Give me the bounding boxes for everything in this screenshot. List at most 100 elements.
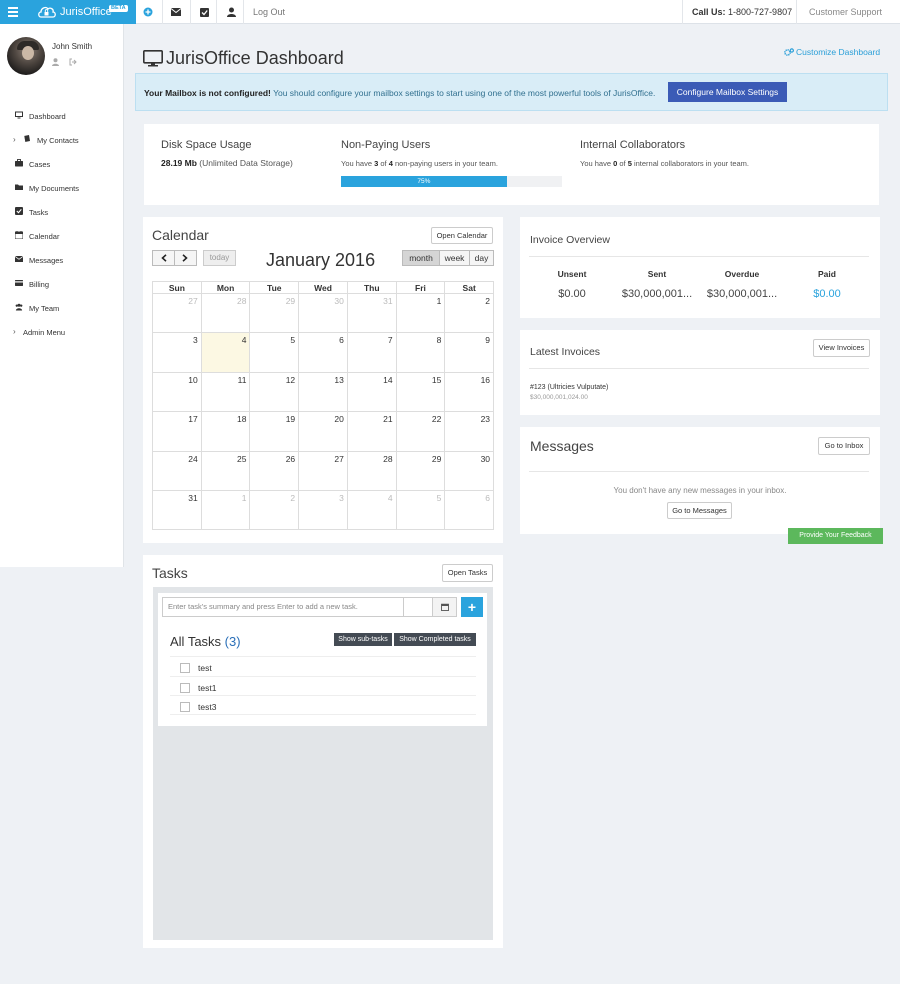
sidebar-item-calendar[interactable]: Calendar (0, 224, 123, 248)
sidebar-item-billing[interactable]: Billing (0, 272, 123, 296)
calendar-day[interactable]: 19 (249, 412, 298, 451)
sidebar-item-messages[interactable]: Messages (0, 248, 123, 272)
invoice-header-unsent: Unsent (557, 269, 587, 279)
day-view-button[interactable]: day (469, 251, 493, 265)
week-view-button[interactable]: week (439, 251, 469, 265)
calendar-day[interactable]: 9 (444, 333, 493, 372)
calendar-day[interactable]: 3 (298, 490, 347, 530)
invoice-item-title[interactable]: #123 (Ultricies Vulputate) (530, 384, 608, 391)
show-completed-tasks-button[interactable]: Show Completed tasks (394, 633, 476, 646)
calendar-day[interactable]: 24 (153, 452, 201, 490)
calendar-day[interactable]: 7 (346, 333, 396, 372)
non-paying-users-text: You have 3 of 4 non-paying users in your… (341, 159, 498, 168)
users-icon (15, 303, 23, 311)
calendar-day[interactable]: 15 (395, 372, 445, 412)
next-month-button[interactable] (174, 251, 195, 265)
calendar-day[interactable]: 14 (346, 372, 396, 412)
calendar-day[interactable]: 18 (200, 412, 250, 451)
view-invoices-button[interactable]: View Invoices (813, 339, 870, 357)
customer-support-link[interactable]: Customer Support (809, 7, 882, 17)
month-view-button[interactable]: month (403, 251, 439, 265)
task-label: test1 (198, 683, 217, 693)
sign-out-icon[interactable] (69, 58, 77, 66)
calendar-day[interactable]: 30 (444, 451, 493, 490)
calendar-day-today[interactable]: 4 (200, 333, 250, 372)
logout-link[interactable]: Log Out (253, 7, 285, 17)
calendar-day[interactable]: 12 (249, 372, 298, 412)
messages-empty-text: You don't have any new messages in your … (613, 486, 787, 495)
calendar-day[interactable]: 27 (298, 451, 347, 490)
calendar-day[interactable]: 1 (395, 294, 445, 333)
calendar-day[interactable]: 16 (444, 372, 493, 412)
calendar-day[interactable]: 11 (200, 372, 250, 412)
calendar-day[interactable]: 5 (395, 490, 445, 530)
sidebar-item-my-team[interactable]: My Team (0, 296, 123, 320)
calendar-day[interactable]: 28 (346, 451, 396, 490)
sidebar-item-my-contacts[interactable]: › My Contacts (0, 128, 123, 152)
user-icon[interactable] (225, 6, 237, 18)
brand-bar[interactable]: JurisOffice BETA (0, 0, 136, 24)
calendar-day[interactable]: 23 (444, 412, 493, 451)
calendar-day[interactable]: 22 (395, 412, 445, 451)
calendar-day[interactable]: 27 (153, 294, 201, 332)
calendar-day[interactable]: 20 (298, 412, 347, 451)
calendar-day[interactable]: 8 (395, 333, 445, 372)
day-number: 9 (485, 335, 491, 346)
task-checkbox[interactable] (180, 702, 190, 712)
sidebar-item-my-documents[interactable]: My Documents (0, 176, 123, 200)
menu-icon[interactable] (8, 5, 18, 19)
task-date-picker-button[interactable] (433, 597, 457, 617)
sidebar-item-tasks[interactable]: Tasks (0, 200, 123, 224)
calendar-day[interactable]: 25 (200, 451, 250, 490)
customize-dashboard-link[interactable]: Customize Dashboard (784, 47, 880, 57)
sidebar-item-admin-menu[interactable]: › Admin Menu (0, 320, 123, 344)
envelope-icon[interactable] (170, 6, 182, 18)
day-number: 28 (236, 296, 247, 306)
sidebar-item-cases[interactable]: Cases (0, 152, 123, 176)
top-navbar: JurisOffice BETA Log Out Call Us: 1-800-… (0, 0, 900, 24)
calendar-day[interactable]: 2 (249, 490, 298, 530)
plus-circle-icon[interactable] (142, 6, 154, 18)
profile-icon[interactable] (52, 58, 60, 66)
task-checkbox[interactable] (180, 683, 190, 693)
calendar-day[interactable]: 30 (298, 294, 347, 333)
calendar-day[interactable]: 1 (200, 490, 250, 530)
calendar-day[interactable]: 4 (346, 490, 396, 530)
calendar-day[interactable]: 17 (153, 412, 201, 450)
task-row: test3 (170, 695, 476, 715)
open-tasks-button[interactable]: Open Tasks (442, 564, 493, 582)
calendar-day[interactable]: 29 (249, 294, 298, 333)
avatar[interactable] (7, 37, 45, 75)
task-date-field[interactable] (404, 597, 433, 617)
calendar-day[interactable]: 3 (153, 333, 201, 371)
calendar-day[interactable]: 6 (444, 490, 493, 530)
calendar-day[interactable]: 10 (153, 373, 201, 411)
day-number: 24 (188, 453, 198, 464)
invoice-value-paid[interactable]: $0.00 (787, 288, 867, 300)
task-checkbox[interactable] (180, 663, 190, 673)
open-calendar-button[interactable]: Open Calendar (431, 227, 493, 244)
show-subtasks-button[interactable]: Show sub-tasks (334, 633, 392, 646)
go-to-inbox-button[interactable]: Go to Inbox (818, 437, 870, 455)
calendar-day[interactable]: 2 (444, 294, 493, 333)
today-button[interactable]: today (203, 250, 236, 266)
day-number: 18 (236, 414, 247, 425)
day-number: 29 (431, 453, 442, 464)
calendar-day[interactable]: 26 (249, 451, 298, 490)
prev-month-button[interactable] (153, 251, 174, 265)
check-square-icon[interactable] (198, 6, 210, 18)
provide-feedback-button[interactable]: Provide Your Feedback (788, 528, 883, 544)
calendar-day[interactable]: 31 (153, 491, 201, 529)
new-task-input[interactable]: Enter task's summary and press Enter to … (162, 597, 404, 617)
calendar-day[interactable]: 31 (346, 294, 396, 333)
calendar-day[interactable]: 28 (200, 294, 250, 333)
sidebar-item-dashboard[interactable]: Dashboard (0, 104, 123, 128)
add-task-button[interactable]: + (461, 597, 483, 617)
go-to-messages-button[interactable]: Go to Messages (667, 502, 732, 519)
calendar-day[interactable]: 13 (298, 372, 347, 412)
calendar-day[interactable]: 21 (346, 412, 396, 451)
calendar-day[interactable]: 6 (298, 333, 347, 372)
configure-mailbox-button[interactable]: Configure Mailbox Settings (668, 82, 787, 102)
calendar-day[interactable]: 29 (395, 451, 445, 490)
calendar-day[interactable]: 5 (249, 333, 298, 372)
